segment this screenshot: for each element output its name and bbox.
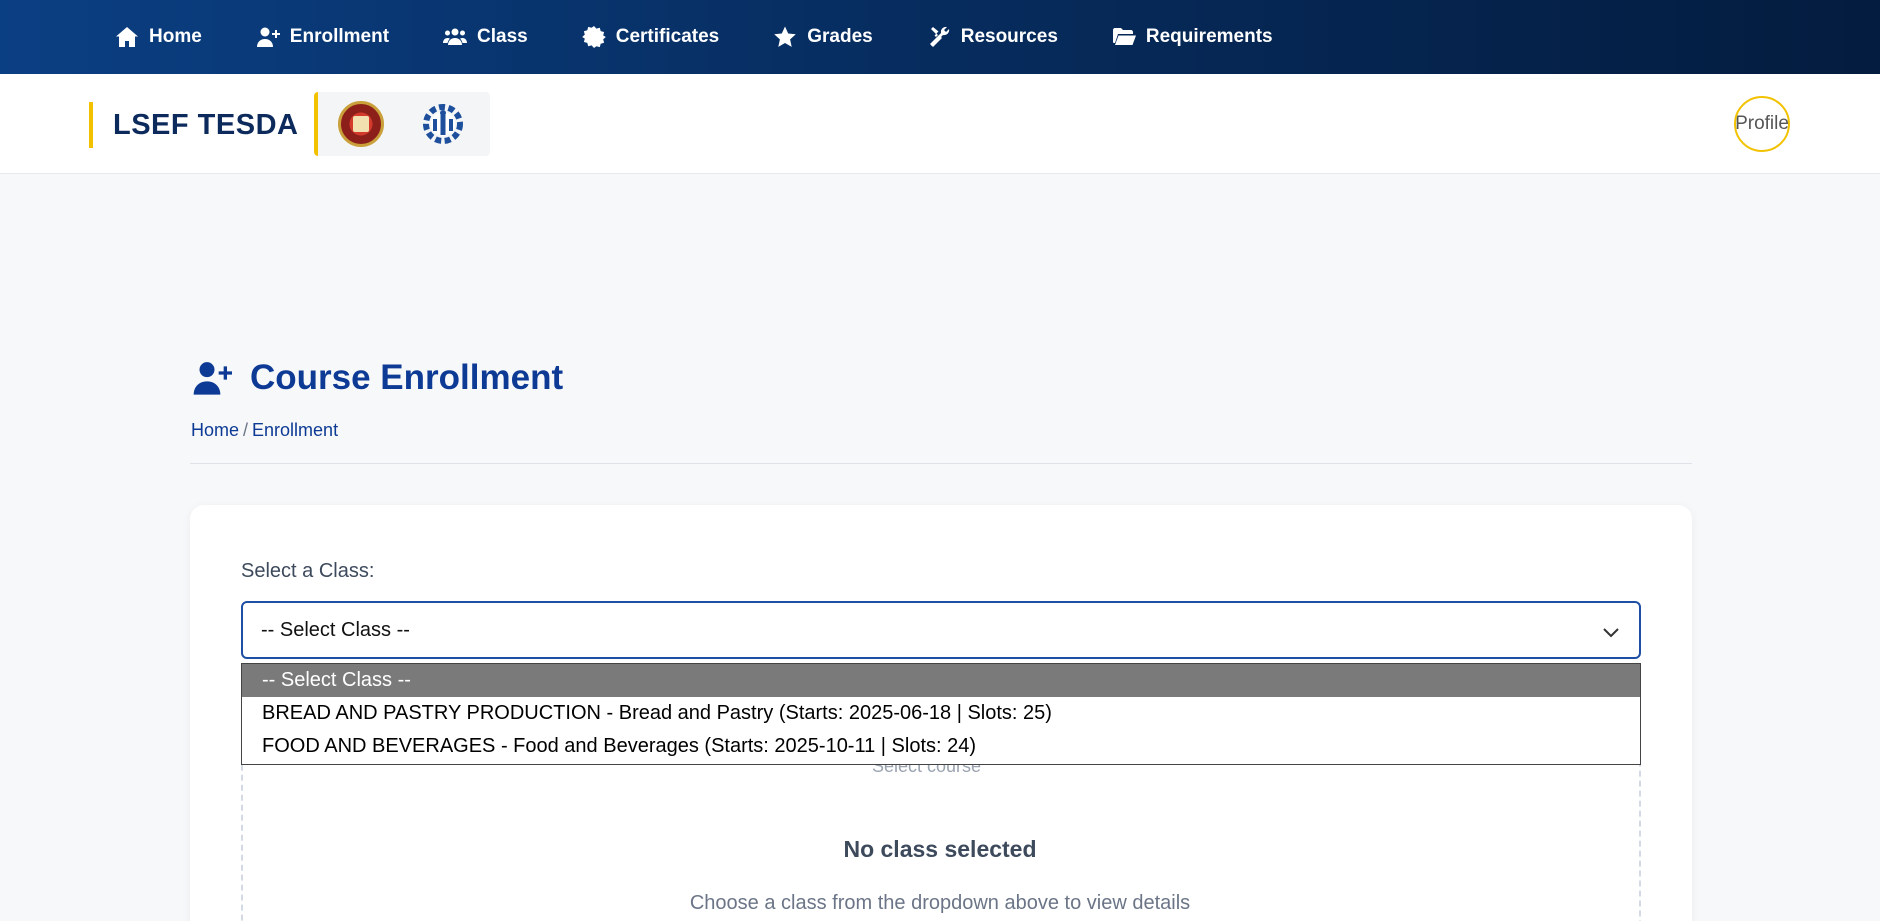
users-icon [443,28,468,45]
nav-item-label: Certificates [615,26,720,47]
site-header: LSEF TESDA Profile [0,74,1880,174]
nav-item-label: Enrollment [289,26,390,47]
home-icon [116,27,138,47]
page-title: Course Enrollment [190,358,563,398]
nav-item-certificates[interactable]: Certificates [581,25,720,49]
divider [190,463,1692,464]
tesda-gear-logo [423,104,463,144]
user-plus-icon [256,27,280,47]
nav-item-label: Home [149,26,202,47]
folder-open-icon [1112,28,1136,45]
brand-name: LSEF TESDA [113,108,299,141]
dropdown-option[interactable]: BREAD AND PASTRY PRODUCTION - Bread and … [242,697,1640,730]
nav-item-requirements[interactable]: Requirements [1112,25,1273,49]
school-seal-logo [338,101,384,147]
dropdown-option[interactable]: FOOD AND BEVERAGES - Food and Beverages … [242,730,1640,763]
nav-item-label: Grades [807,26,873,47]
nav-item-label: Resources [960,26,1058,47]
nav-item-label: Class [477,26,528,47]
brand[interactable]: LSEF TESDA [89,102,298,148]
dropdown-option[interactable]: -- Select Class -- [242,664,1640,697]
class-dropdown-list: -- Select Class -- BREAD AND PASTRY PROD… [241,663,1641,765]
chevron-down-icon [1603,628,1619,638]
page-title-text: Course Enrollment [250,358,564,397]
nav-item-enrollment[interactable]: Enrollment [256,25,389,49]
top-navigation: Home Enrollment Class Certificates Grade… [0,0,1880,74]
avatar-alt-text: Profile [1735,113,1789,134]
certificate-icon [581,26,606,48]
empty-state-title: No class selected [843,836,1037,862]
user-plus-icon [193,362,232,395]
class-select[interactable]: -- Select Class -- [241,601,1641,659]
class-select-value: -- Select Class -- [261,618,410,641]
tools-icon [929,26,949,47]
nav-item-resources[interactable]: Resources [927,25,1058,49]
class-select-label: Select a Class: [241,560,375,582]
nav-item-home[interactable]: Home [115,25,202,49]
breadcrumb-home[interactable]: Home [191,420,239,440]
profile-avatar[interactable]: Profile [1734,96,1790,152]
breadcrumb-current: Enrollment [252,420,339,440]
nav-item-grades[interactable]: Grades [773,25,873,49]
breadcrumb-separator: / [243,420,249,440]
nav-item-class[interactable]: Class [443,25,528,49]
logo-group [314,92,490,156]
breadcrumb: Home / Enrollment [191,420,338,441]
star-icon [774,26,797,47]
empty-state-subtitle: Choose a class from the dropdown above t… [689,892,1191,914]
nav-item-label: Requirements [1145,26,1273,47]
